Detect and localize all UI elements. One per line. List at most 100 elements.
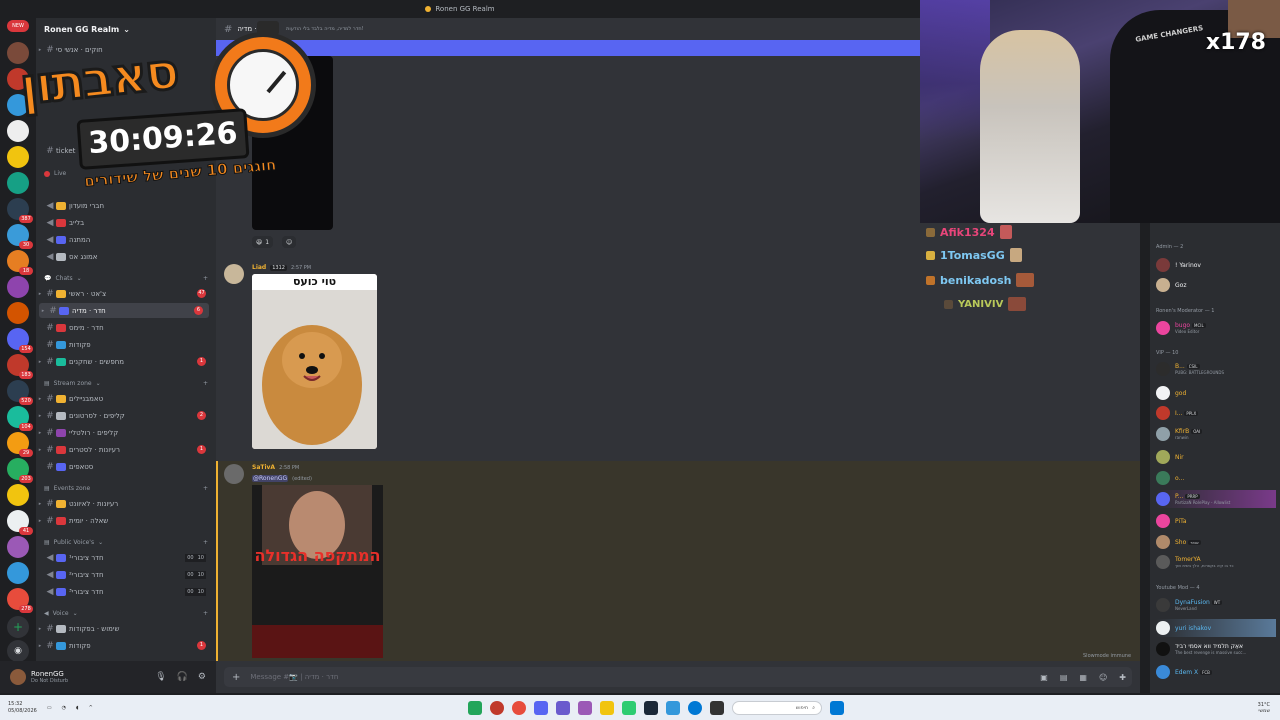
channel-item[interactable]: ▸ # פקודות 1 [36,638,212,653]
gif-icon[interactable]: ▤ [1060,673,1068,682]
channel-lfg[interactable]: ▸ # מחפשים · שחקנים 1 [36,354,212,369]
member-item[interactable]: Goz [1156,276,1276,294]
channel-item[interactable]: ▸ # קליפים · רולטליי [36,425,212,440]
channel-item[interactable]: ▸ # קליפים · לסרטונים 2 [36,408,212,423]
microphone-icon[interactable]: 🎙 [155,672,166,682]
apps-icon[interactable]: ✚ [1119,673,1126,682]
user-mention[interactable]: @RonenGG [252,475,289,482]
server-icon[interactable]: 278 [7,588,33,613]
member-item[interactable]: TomerYA כד בו קיה בקסרות, הלך בשית ושך [1156,553,1276,571]
emoji-icon[interactable]: ☺ [1099,673,1107,682]
category-chats[interactable]: 💬 Chats ⌄ + [44,275,208,282]
member-item[interactable]: o... [1156,469,1276,487]
app-icon[interactable] [710,700,724,715]
discover-icon[interactable]: ◉ [7,640,29,662]
server-icon[interactable] [7,276,29,298]
category-stream-zone[interactable]: ▤ Stream zone ⌄ + [44,380,208,387]
composer: + Message #📷 | חדר · מדיה ▣ ▤ ▦ ☺ ✚ [216,661,1140,693]
member-item[interactable]: I... PPLX [1156,404,1276,422]
voice-channel[interactable]: ◀ חדר ציבורי³ 00 10 [36,584,212,599]
channel-item[interactable]: ▸ # רעיונות · לסטרים 1 [36,442,212,457]
windows-start-icon[interactable] [830,700,844,715]
edge-icon[interactable] [688,700,702,715]
category-events-zone[interactable]: ▤ Events zone + [44,485,208,492]
avatar[interactable] [10,669,26,685]
add-reaction-button[interactable]: ☺ [282,236,297,248]
file-explorer-icon[interactable] [600,700,614,715]
network-icon[interactable]: ◔ [62,705,66,711]
app-icon[interactable] [622,700,636,715]
server-icon[interactable] [7,536,29,558]
sticker-icon[interactable]: ▦ [1079,673,1087,682]
channel-media[interactable]: ▸ # חדר · מדיה 6 [39,303,209,318]
member-item[interactable]: Sho אכזר [1156,533,1276,551]
server-icon[interactable]: 18 [7,250,33,275]
notification-icon[interactable]: ▭ [47,705,52,711]
attachment-image-poster[interactable]: המתקפה הגדולה [252,485,383,658]
server-icon[interactable]: 520 [7,380,33,405]
reaction[interactable]: 😆 1 [252,236,274,248]
member-item[interactable]: yuri ishakov [1156,619,1276,637]
member-item[interactable]: Nir [1156,448,1276,466]
member-item[interactable]: P... PRRP PartizaN RolePlay - Allowlist [1156,490,1276,508]
volume-icon[interactable]: ◖ [76,705,79,711]
server-icon[interactable] [7,484,29,506]
category-voice[interactable]: ◀ Voice ⌄ + [44,610,208,617]
add-attachment-icon[interactable]: + [232,672,240,683]
app-icon[interactable] [490,700,504,715]
chrome-icon[interactable] [512,700,526,715]
channel-chat-main[interactable]: ▸ # צ'אט · ראשי 47 [36,286,212,301]
channel-item[interactable]: ◀ אמונג אס [36,249,212,264]
gift-icon[interactable]: ▣ [1040,673,1048,682]
gear-icon[interactable]: ⚙ [198,672,206,682]
message-input[interactable]: + Message #📷 | חדר · מדיה ▣ ▤ ▦ ☺ ✚ [224,667,1132,687]
channel-item[interactable]: ▸ # רעיונות · לאיוונט [36,496,212,511]
app-icon[interactable] [468,700,482,715]
server-icon[interactable]: 154 [7,328,33,353]
channel-commands[interactable]: # פקודות [36,337,212,352]
headphones-icon[interactable]: 🎧 [177,672,188,682]
server-icon[interactable]: 29 [7,432,33,457]
channel-item[interactable]: # סטאפים [36,459,212,474]
category-public-voices[interactable]: ▤ Public Voice's ⌄ + [44,539,208,546]
server-icon[interactable]: 104 [7,406,33,431]
message-author[interactable]: Liad [252,264,266,271]
add-server-icon[interactable]: + [7,616,29,638]
member-item[interactable]: KfirB OAI ranwin [1156,425,1276,443]
message-author[interactable]: SaTivA [252,464,275,471]
member-item[interactable]: אאֵק תלמיד ווא אסמי רביד The best revenge… [1156,640,1276,658]
member-item[interactable]: bugo MCIL Video Editor [1156,319,1276,337]
channel-item[interactable]: ◀ המתנה [36,232,212,247]
app-icon[interactable] [666,700,680,715]
server-icon[interactable]: 183 [7,354,33,379]
server-icon[interactable]: 30 [7,224,33,249]
voice-channel[interactable]: ◀ חדר ציבורי¹ 00 10 [36,550,212,565]
channel-item[interactable]: ▸ # טאמבניילים [36,391,212,406]
discord-icon[interactable] [534,700,548,715]
member-item[interactable]: B... CSIL PUBG: BATTLEGROUNDS [1156,360,1276,378]
member-item[interactable]: ! Yarinov [1156,256,1276,274]
steam-icon[interactable] [644,700,658,715]
channel-memes[interactable]: # חדר · מימס [36,320,212,335]
image-caption: טוי כועס [252,274,377,290]
member-item[interactable]: Edem X FCB [1156,663,1276,681]
weather-widget[interactable]: 31°C שמשי [1258,702,1270,714]
channel-item[interactable]: ▸ # שימוש · בפקודות [36,621,212,636]
server-icon[interactable] [7,562,29,584]
attachment-image-dog[interactable]: טוי כועס [252,274,377,449]
app-icon[interactable] [556,700,570,715]
channel-item[interactable]: ▸ # שאלה · יומית [36,513,212,528]
server-icon[interactable] [7,302,29,324]
search-box[interactable]: חיפוש ⌕ [732,700,822,715]
server-icon[interactable]: 41 [7,510,33,535]
avatar[interactable] [224,264,244,284]
chevron-up-icon[interactable]: ^ [89,705,93,711]
member-item[interactable]: DynaFusion WT NeverLand [1156,596,1276,614]
channel-item[interactable]: ◀ בלייב [36,215,212,230]
member-item[interactable]: PiTa [1156,512,1276,530]
member-item[interactable]: god [1156,384,1276,402]
avatar[interactable] [224,464,244,484]
app-icon[interactable] [578,700,592,715]
server-icon[interactable]: 203 [7,458,33,483]
voice-channel[interactable]: ◀ חדר ציבורי² 00 10 [36,567,212,582]
